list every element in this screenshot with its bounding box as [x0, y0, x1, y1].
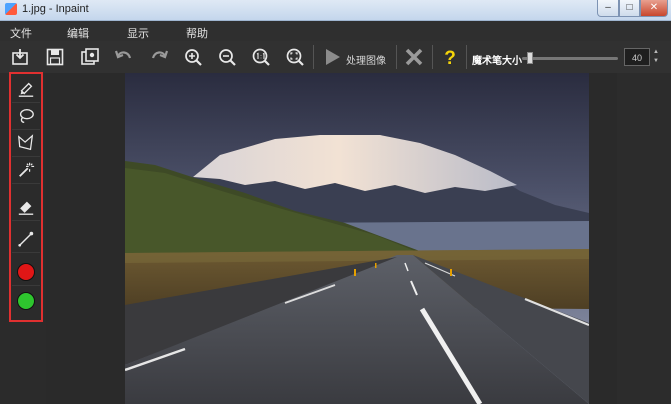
spin-down-icon[interactable]: ▼ [651, 57, 661, 66]
redo-icon [151, 50, 169, 59]
open-button[interactable] [6, 44, 34, 70]
brush-size-slider[interactable] [522, 57, 618, 60]
marker-icon [18, 82, 34, 97]
brush-size-spinner[interactable]: ▲ ▼ [651, 48, 661, 66]
menu-bar: 文件 编辑 显示 帮助 [0, 21, 671, 41]
clear-button[interactable] [400, 44, 428, 70]
save-icon [46, 48, 64, 66]
svg-text:?: ? [444, 48, 456, 67]
brush-size-slider-thumb[interactable] [526, 52, 533, 64]
eraser-icon [18, 201, 34, 215]
landscape-photo [125, 73, 589, 404]
redo-button[interactable] [145, 44, 173, 70]
zoom-fit-button[interactable] [281, 44, 309, 70]
title-bar: 1.jpg - Inpaint – □ ✕ [0, 0, 671, 21]
right-margin [617, 73, 671, 404]
zoom-in-button[interactable] [179, 44, 207, 70]
lasso-tool[interactable] [12, 103, 40, 130]
app-icon [5, 3, 17, 15]
zoom-fit-icon [286, 48, 304, 66]
minimize-button[interactable]: – [597, 0, 619, 17]
red-color-swatch [17, 263, 35, 281]
zoom-out-button[interactable] [213, 44, 241, 70]
undo-button[interactable] [110, 44, 138, 70]
clear-icon [405, 48, 423, 66]
polygon-lasso-tool[interactable] [12, 130, 40, 157]
eraser-tool[interactable] [12, 194, 40, 221]
save-button[interactable] [41, 44, 69, 70]
menu-edit[interactable]: 编辑 [67, 25, 89, 41]
undo-icon [114, 50, 132, 59]
help-icon: ? [444, 48, 456, 67]
zoom-out-icon [219, 49, 236, 66]
process-button[interactable] [318, 44, 346, 70]
open-icon [12, 49, 28, 65]
zoom-in-icon [185, 49, 202, 66]
line-tool[interactable] [12, 226, 40, 253]
close-button[interactable]: ✕ [640, 0, 668, 17]
brush-size-input[interactable]: 40 [624, 48, 650, 66]
brush-size-label: 魔术笔大小 [472, 56, 522, 67]
zoom-actual-button[interactable] [247, 44, 275, 70]
marker-tool[interactable] [12, 76, 40, 103]
process-label: 处理图像 [346, 56, 386, 67]
line-icon [18, 231, 34, 247]
zoom-actual-icon [252, 48, 270, 66]
green-marker-button[interactable] [12, 288, 40, 314]
green-color-swatch [17, 292, 35, 310]
spin-up-icon[interactable]: ▲ [651, 48, 661, 57]
image-canvas[interactable] [125, 73, 589, 404]
window-title: 1.jpg - Inpaint [22, 3, 89, 15]
save-as-icon [81, 48, 99, 65]
lasso-icon [19, 109, 34, 123]
magic-wand-icon [19, 162, 35, 177]
help-button[interactable]: ? [436, 44, 464, 70]
menu-file[interactable]: 文件 [10, 25, 32, 41]
play-icon [326, 49, 340, 65]
polygon-lasso-icon [18, 134, 34, 151]
maximize-button[interactable]: □ [619, 0, 640, 17]
menu-help[interactable]: 帮助 [186, 25, 208, 41]
save-as-button[interactable] [76, 44, 104, 70]
red-marker-button[interactable] [12, 259, 40, 286]
magic-wand-tool[interactable] [12, 157, 40, 184]
menu-view[interactable]: 显示 [127, 25, 149, 41]
